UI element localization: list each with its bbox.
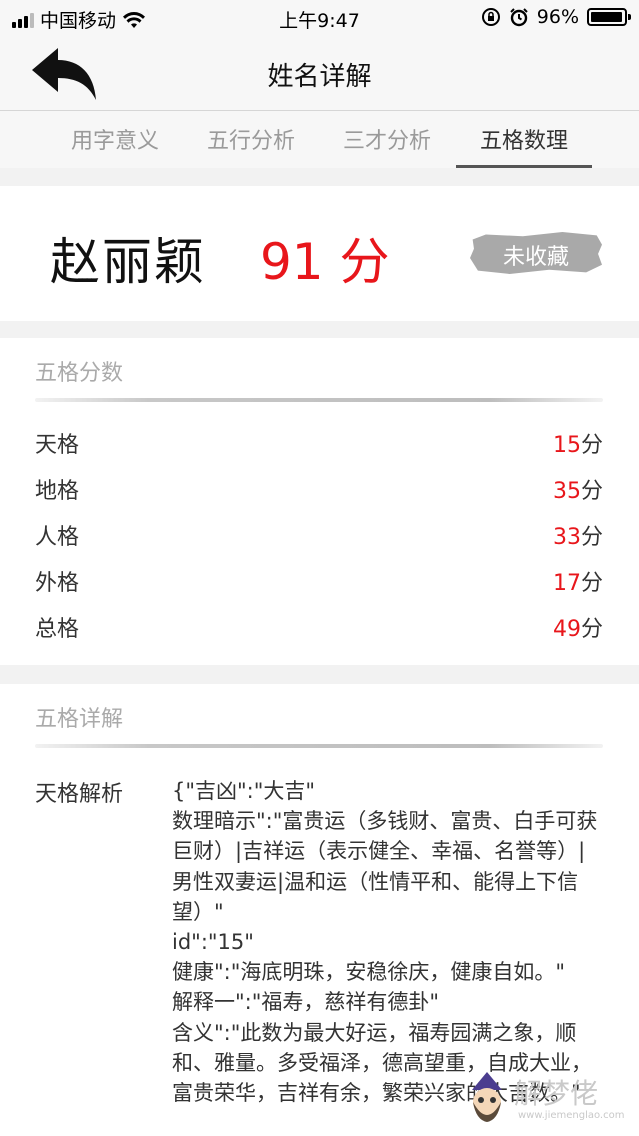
score-label: 天格 <box>35 433 80 458</box>
collect-button[interactable]: 未收藏 <box>470 232 602 274</box>
mascot-logo-icon <box>472 1072 502 1122</box>
tab-bar: 用字意义 五行分析 三才分析 五格数理 <box>0 111 639 168</box>
score-row: 天格 15分 <box>35 427 603 461</box>
tab-character-meaning[interactable]: 用字意义 <box>48 123 182 168</box>
score-value: 49分 <box>552 617 603 642</box>
status-right: 96% <box>481 6 631 28</box>
status-bar: 中国移动 上午9:47 96% <box>0 0 639 36</box>
score-value: 15分 <box>552 433 603 458</box>
section-title-scores: 五格分数 <box>35 361 124 386</box>
score-label: 人格 <box>35 525 80 550</box>
person-name: 赵丽颖 <box>50 233 206 291</box>
score-value: 33分 <box>552 525 603 550</box>
detail-item-text: {"吉凶":"大吉" 数理暗示":"富贵运（多钱财、富贵、白手可获巨财）|吉祥运… <box>172 779 598 1106</box>
score-row: 外格 17分 <box>35 565 603 599</box>
collect-label: 未收藏 <box>502 245 569 270</box>
nav-bar: 姓名详解 <box>0 36 639 111</box>
section-title-detail: 五格详解 <box>35 707 124 732</box>
score-label: 总格 <box>35 617 80 642</box>
name-summary-card: 赵丽颖 91 分 未收藏 <box>0 186 639 321</box>
total-score: 91 分 <box>260 233 390 291</box>
battery-fill <box>591 12 622 22</box>
battery-icon <box>587 8 631 26</box>
watermark-url: www.jiemenglao.com <box>518 1110 625 1121</box>
page-title: 姓名详解 <box>267 62 372 92</box>
divider <box>35 398 603 402</box>
orientation-lock-icon <box>481 8 500 26</box>
battery-percent: 96% <box>536 6 579 28</box>
score-label: 外格 <box>35 571 80 596</box>
detail-item-label: 天格解析 <box>35 782 124 807</box>
tab-five-grids[interactable]: 五格数理 <box>456 123 592 168</box>
divider <box>35 744 603 748</box>
tab-five-elements[interactable]: 五行分析 <box>184 123 318 168</box>
watermark: 解梦佬 www.jiemenglao.com <box>462 1066 632 1134</box>
score-value: 35分 <box>552 479 603 504</box>
score-label: 地格 <box>35 479 80 504</box>
score-row: 总格 49分 <box>35 611 603 645</box>
score-row: 人格 33分 <box>35 519 603 553</box>
score-row: 地格 35分 <box>35 473 603 507</box>
score-value: 17分 <box>552 571 603 596</box>
tab-three-talents[interactable]: 三才分析 <box>320 123 454 168</box>
alarm-icon <box>510 8 528 27</box>
watermark-text: 解梦佬 <box>514 1077 599 1110</box>
five-grid-scores-card: 五格分数 天格 15分 地格 35分 人格 33分 外格 17分 总格 49分 <box>0 338 639 665</box>
